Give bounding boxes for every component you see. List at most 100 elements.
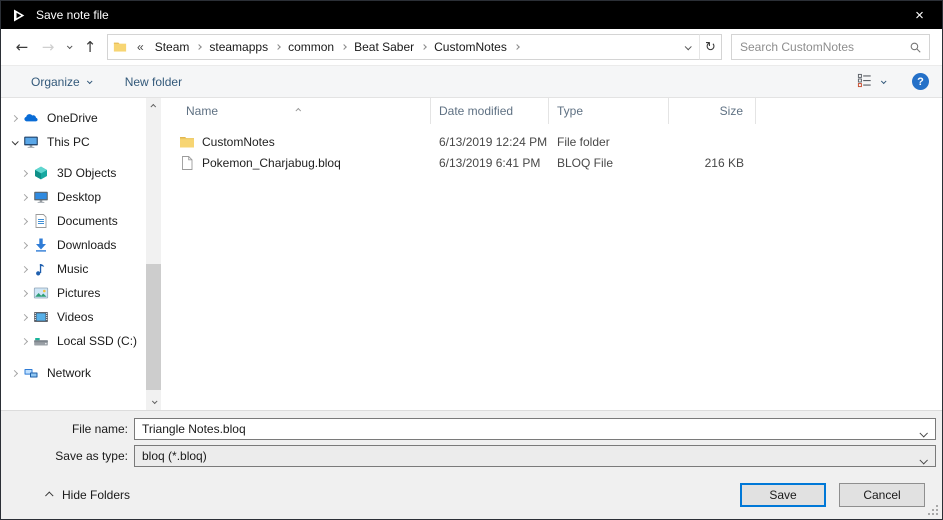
chevron-down-icon [86, 77, 93, 84]
back-icon[interactable]: ← [9, 38, 35, 56]
expand-chevron-icon[interactable] [19, 217, 29, 225]
refresh-icon[interactable]: ↻ [699, 34, 722, 60]
column-header-date-modified[interactable]: Date modified [431, 98, 549, 124]
sidebar-item-label: OneDrive [47, 111, 98, 125]
sidebar-item-local-ssd-c[interactable]: Local SSD (C:) [1, 329, 146, 353]
onedrive-icon [23, 110, 39, 126]
save-as-type-value: bloq (*.bloq) [142, 449, 207, 463]
column-header-size[interactable]: Size [669, 98, 756, 124]
file-row-customnotes[interactable]: CustomNotes 6/13/2019 12:24 PM File folder [161, 131, 942, 152]
sidebar-item-pictures[interactable]: Pictures [1, 281, 146, 305]
save-as-type-label: Save as type: [55, 449, 128, 463]
change-view-button[interactable] [857, 73, 887, 91]
expand-chevron-icon[interactable] [9, 114, 19, 122]
search-box [731, 34, 930, 60]
breadcrumb-item-steam[interactable]: Steam [148, 40, 197, 54]
file-name-input[interactable] [135, 422, 935, 436]
file-name-text: Pokemon_Charjabug.bloq [202, 155, 341, 170]
new-folder-button[interactable]: New folder [125, 75, 182, 89]
sidebar-item-label: Desktop [57, 190, 102, 204]
breadcrumb-item-steamapps[interactable]: steamapps [202, 40, 275, 54]
column-header-label: Type [557, 104, 584, 118]
sidebar-item-this-pc[interactable]: This PC [1, 130, 146, 154]
file-list: Name Date modified Type Size CustomNotes 6/1… [161, 98, 942, 410]
file-rows: CustomNotes 6/13/2019 12:24 PM File folder… [161, 131, 942, 173]
scroll-down-icon[interactable] [146, 394, 161, 410]
column-header-label: Name [186, 104, 219, 118]
filename-section: File name: Save as type: bloq (*.bloq) [1, 410, 942, 471]
command-bar: Organize New folder ? [1, 65, 942, 98]
column-header-name[interactable]: Name [161, 98, 431, 124]
sidebar-item-music[interactable]: Music [1, 257, 146, 281]
expand-chevron-icon[interactable] [19, 193, 29, 201]
scrollbar-thumb[interactable] [146, 264, 161, 390]
expand-chevron-icon[interactable] [19, 265, 29, 273]
expand-chevron-icon[interactable] [19, 289, 29, 297]
search-icon[interactable] [909, 41, 922, 54]
help-icon[interactable]: ? [912, 73, 929, 90]
downloads-icon [33, 237, 49, 253]
sidebar-item-label: This PC [47, 135, 90, 149]
drive-icon [33, 333, 49, 349]
sidebar-item-videos[interactable]: Videos [1, 305, 146, 329]
resize-grip[interactable] [936, 513, 938, 515]
save-file-dialog: Save note file × ← → ↑ « Steam steamapps c… [0, 0, 943, 520]
address-dropdown-icon[interactable] [675, 42, 699, 50]
sidebar-item-downloads[interactable]: Downloads [1, 233, 146, 257]
breadcrumb-overflow[interactable]: « [133, 40, 148, 54]
cancel-button[interactable]: Cancel [839, 483, 925, 507]
hide-folders-button[interactable]: Hide Folders [45, 488, 130, 502]
organize-button[interactable]: Organize [31, 75, 93, 89]
recent-locations-icon[interactable] [61, 43, 77, 50]
expand-chevron-icon[interactable] [19, 313, 29, 321]
chevron-down-icon [880, 77, 887, 84]
sidebar-item-label: Videos [57, 310, 94, 324]
title-bar[interactable]: Save note file × [1, 1, 942, 29]
breadcrumb-item-common[interactable]: common [281, 40, 341, 54]
sidebar-item-label: Music [57, 262, 89, 276]
sidebar-item-documents[interactable]: Documents [1, 209, 146, 233]
music-icon [33, 261, 49, 277]
chevron-down-icon[interactable] [919, 426, 928, 440]
column-header-label: Date modified [439, 104, 514, 118]
breadcrumb-item-customnotes[interactable]: CustomNotes [427, 40, 514, 54]
scroll-up-icon[interactable] [146, 98, 161, 114]
file-row-pokemon-charjabug-bloq[interactable]: Pokemon_Charjabug.bloq 6/13/2019 6:41 PM B… [161, 152, 942, 173]
navigation-bar: ← → ↑ « Steam steamapps common Beat Saber Cu… [1, 29, 942, 65]
expand-chevron-icon[interactable] [19, 169, 29, 177]
breadcrumb-item-beat-saber[interactable]: Beat Saber [347, 40, 421, 54]
chevron-down-icon [919, 453, 928, 467]
chevron-up-icon [45, 491, 54, 500]
column-header-type[interactable]: Type [549, 98, 669, 124]
breadcrumb-chevron-icon[interactable] [514, 44, 520, 50]
documents-icon [33, 213, 49, 229]
sort-ascending-icon [295, 101, 302, 115]
search-input[interactable] [732, 40, 905, 54]
file-name-combo [134, 418, 936, 440]
sidebar-scrollbar[interactable] [146, 98, 161, 410]
collapse-chevron-icon[interactable] [9, 137, 19, 145]
sidebar-item-network[interactable]: Network [1, 361, 146, 385]
save-button[interactable]: Save [740, 483, 826, 507]
unity-app-icon [11, 8, 26, 23]
expand-chevron-icon[interactable] [9, 369, 19, 377]
expand-chevron-icon[interactable] [19, 241, 29, 249]
expand-chevron-icon[interactable] [19, 337, 29, 345]
network-icon [23, 365, 39, 381]
dialog-content: OneDrive This PC 3D Objects Desktop Document… [1, 98, 942, 410]
sidebar-item-label: Downloads [57, 238, 117, 252]
up-icon[interactable]: ↑ [77, 38, 103, 56]
videos-icon [33, 309, 49, 325]
date-modified-text: 6/13/2019 6:41 PM [439, 155, 541, 170]
date-modified-text: 6/13/2019 12:24 PM [439, 134, 548, 149]
sidebar-item-onedrive[interactable]: OneDrive [1, 106, 146, 130]
3d-objects-icon [33, 165, 49, 181]
save-as-type-select[interactable]: bloq (*.bloq) [134, 445, 936, 467]
address-bar[interactable]: « Steam steamapps common Beat Saber CustomNo… [107, 34, 700, 60]
breadcrumb: Steam steamapps common Beat Saber CustomNote… [148, 40, 520, 54]
sidebar-item-desktop[interactable]: Desktop [1, 185, 146, 209]
close-icon[interactable]: × [897, 1, 942, 29]
type-text: BLOQ File [557, 155, 614, 170]
type-text: File folder [557, 134, 610, 149]
sidebar-item-3d-objects[interactable]: 3D Objects [1, 161, 146, 185]
